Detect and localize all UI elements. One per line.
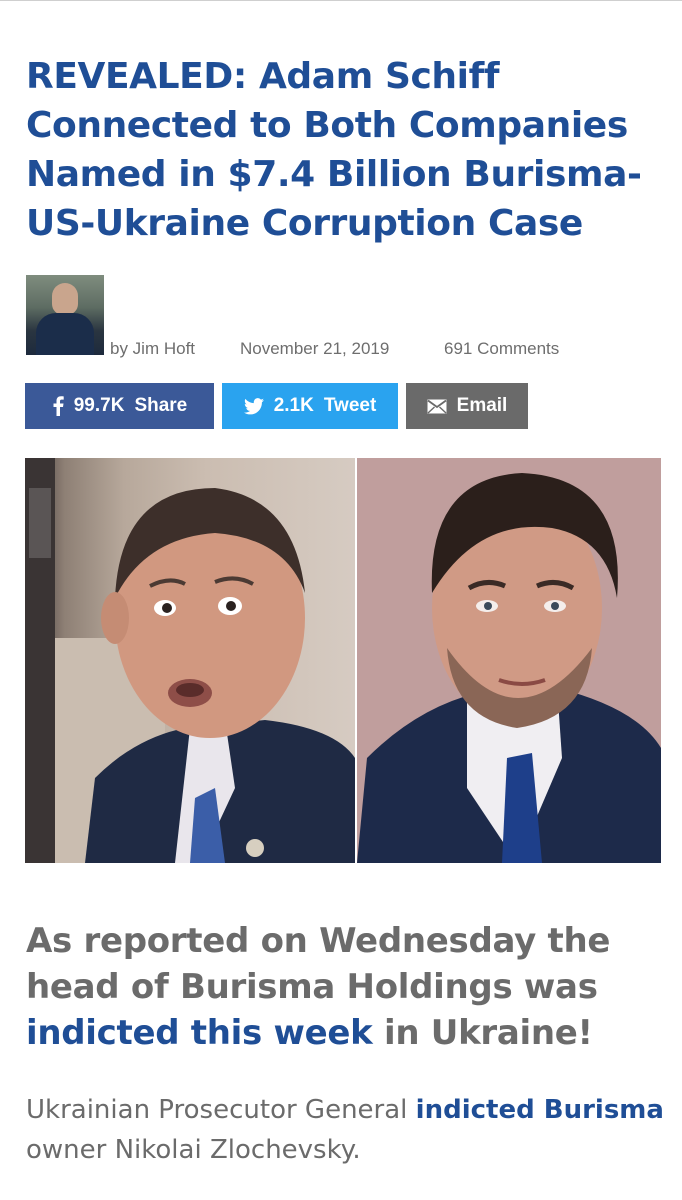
lead-text-start: As reported on Wednesday the head of Bur… <box>26 921 611 1007</box>
article-headline[interactable]: REVEALED: Adam Schiff Connected to Both … <box>26 52 666 248</box>
top-divider <box>0 0 682 5</box>
photo-left-portrait <box>25 458 355 863</box>
facebook-share-button[interactable]: 99.7K Share <box>25 383 214 429</box>
lead-text-end: in Ukraine! <box>372 1013 593 1053</box>
twitter-tweet-button[interactable]: 2.1K Tweet <box>222 383 398 429</box>
author-avatar[interactable] <box>26 275 104 355</box>
author-name[interactable]: by Jim Hoft <box>110 339 195 359</box>
comments-link[interactable]: 691 Comments <box>444 339 559 359</box>
envelope-icon <box>427 399 447 414</box>
para-text-end: owner Nikolai Zlochevsky. <box>26 1135 361 1165</box>
facebook-share-count: 99.7K <box>73 395 125 416</box>
facebook-icon <box>52 396 64 416</box>
article-photo[interactable] <box>25 458 661 863</box>
indicted-this-week-link[interactable]: indicted this week <box>26 1013 373 1053</box>
photo-right-portrait <box>357 458 661 863</box>
lead-paragraph: As reported on Wednesday the head of Bur… <box>26 918 666 1056</box>
email-share-button[interactable]: Email <box>406 383 528 429</box>
facebook-share-label: Share <box>134 395 188 416</box>
body-paragraph: Ukrainian Prosecutor General indicted Bu… <box>26 1090 666 1170</box>
twitter-icon <box>243 397 264 415</box>
para-text-start: Ukrainian Prosecutor General <box>26 1095 416 1125</box>
twitter-tweet-label: Tweet <box>323 395 377 416</box>
email-share-label: Email <box>456 395 508 416</box>
twitter-tweet-count: 2.1K <box>273 395 314 416</box>
publish-date: November 21, 2019 <box>240 339 390 358</box>
byline: by Jim Hoft November 21, 2019 691 Commen… <box>26 275 666 359</box>
indicted-burisma-link[interactable]: indicted Burisma <box>416 1095 664 1125</box>
